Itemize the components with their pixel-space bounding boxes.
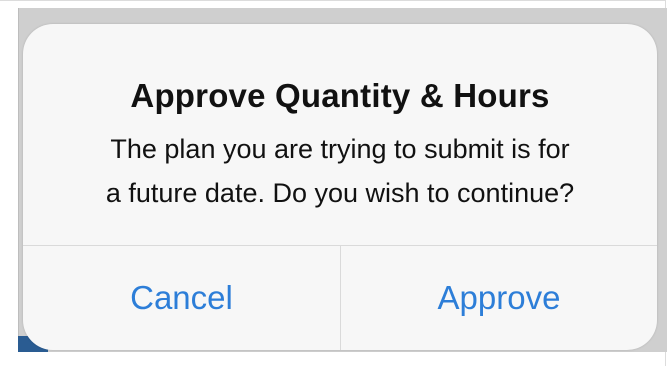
cancel-button[interactable]: Cancel (23, 246, 340, 350)
alert-title: Approve Quantity & Hours (130, 77, 550, 114)
alert-message-line-2: a future date. Do you wish to continue? (105, 178, 575, 208)
alert-message-line-1: The plan you are trying to submit is for (110, 134, 570, 164)
alert-message: The plan you are trying to submit is for… (53, 127, 627, 215)
alert-dialog: Approve Quantity & Hours The plan you ar… (23, 24, 657, 350)
alert-body: Approve Quantity & Hours The plan you ar… (23, 24, 657, 246)
approve-button[interactable]: Approve (341, 246, 657, 350)
